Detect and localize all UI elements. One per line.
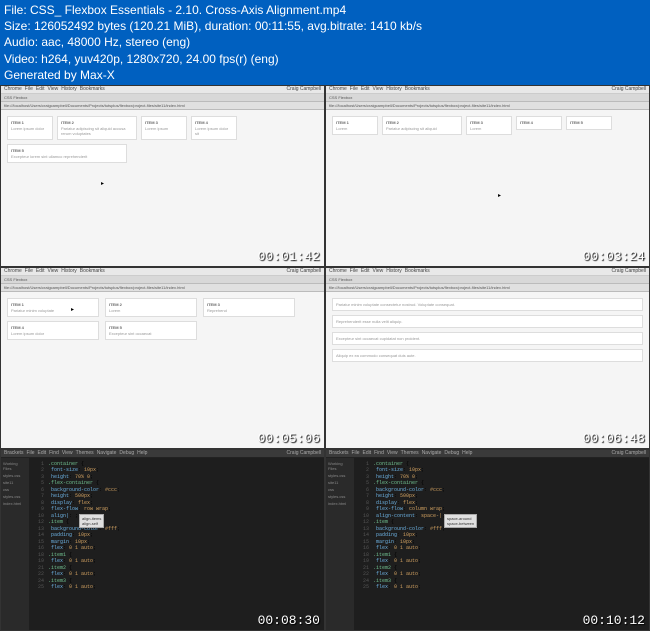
sidebar-item: styles.css [328, 493, 352, 500]
editor-sidebar: Working Filesstyles.csssite11cssstyles.c… [326, 458, 354, 630]
flex-item: ITEM 5Excepteur sint occaecat [105, 321, 197, 340]
sidebar-item: site11 [328, 479, 352, 486]
flex-item: ITEM 2Lorem [105, 298, 197, 317]
info-generated: Generated by Max-X [4, 67, 646, 83]
sidebar-item: index.html [328, 500, 352, 507]
info-file: File: CSS_ Flexbox Essentials - 2.10. Cr… [4, 2, 646, 18]
flex-item: ITEM 4Lorem ipsum dolor [7, 321, 99, 340]
tab-bar: CSS Flexbox [326, 94, 649, 102]
sidebar-item: site11 [3, 479, 27, 486]
menubar: Brackets FileEditFindViewThemesNavigateD… [326, 450, 649, 458]
sidebar-item: index.html [3, 500, 27, 507]
flex-item: ITEM 1Lorem ipsum dolor [7, 116, 53, 140]
flex-item: ITEM 3Lorem ipsum [141, 116, 187, 140]
timestamp: 00:05:06 [258, 431, 320, 446]
url-bar: file:///localhost/Users/craigcampbell/Do… [326, 102, 649, 110]
thumbnail-6: Brackets FileEditFindViewThemesNavigateD… [325, 449, 650, 631]
sidebar-item: css [3, 486, 27, 493]
page-content: ITEM 1LoremITEM 2Pariatur adipiscing sit… [326, 110, 649, 266]
sidebar-item: styles.css [3, 493, 27, 500]
flex-item: ITEM 4 [516, 116, 562, 130]
editor-code: 1.container {2 font-size: 10px;3 height:… [354, 458, 649, 630]
flex-item: Pariatur minim voluptate consectetur nos… [332, 298, 643, 311]
page-content: ITEM 1Lorem ipsum dolorITEM 2Pariatur ad… [1, 110, 324, 266]
sidebar-item: Working Files [328, 460, 352, 472]
flex-item: Excepteur sint occaecat cupidatat non pr… [332, 332, 643, 345]
thumbnail-5: Brackets FileEditFindViewThemesNavigateD… [0, 449, 325, 631]
page-content: ITEM 1Pariatur minim voluptate ITEM 4Lore… [1, 292, 324, 448]
sidebar-item: styles.css [3, 472, 27, 479]
tab-bar: CSS Flexbox [326, 276, 649, 284]
info-video: Video: h264, yuv420p, 1280x720, 24.00 fp… [4, 51, 646, 67]
thumbnail-1: Chrome FileEditViewHistoryBookmarks Crai… [0, 85, 325, 267]
thumbnail-2: Chrome FileEditViewHistoryBookmarks Crai… [325, 85, 650, 267]
cursor-icon: ▸ [71, 306, 77, 312]
code-editor: Working Filesstyles.csssite11cssstyles.c… [326, 458, 649, 630]
flex-item: ITEM 2Pariatur adipiscing sit aliquid ac… [57, 116, 137, 140]
info-audio: Audio: aac, 48000 Hz, stereo (eng) [4, 34, 646, 50]
editor-code: 1.container {2 font-size: 10px;3 height:… [29, 458, 324, 630]
autocomplete-popup: space-around space-between [444, 514, 477, 528]
thumbnail-3: Chrome FileEditViewHistoryBookmarks Crai… [0, 267, 325, 449]
menubar: Chrome FileEditViewHistoryBookmarks Crai… [326, 86, 649, 94]
flex-item: Reprehenderit esse nulla velit aliquip. [332, 315, 643, 328]
cursor-icon: ▸ [101, 180, 107, 186]
menubar: Chrome FileEditViewHistoryBookmarks Crai… [1, 268, 324, 276]
info-size: Size: 126052492 bytes (120.21 MiB), dura… [4, 18, 646, 34]
timestamp: 00:10:12 [583, 613, 645, 628]
flex-item: ITEM 1Lorem [332, 116, 378, 135]
flex-item: ITEM 4Lorem ipsum dolor sit [191, 116, 237, 140]
autocomplete-popup: align-items align-self [79, 514, 104, 528]
flex-item: ITEM 2Pariatur adipiscing sit aliquid [382, 116, 462, 135]
editor-sidebar: Working Filesstyles.csssite11cssstyles.c… [1, 458, 29, 630]
flex-item: Aliquip ex ea commodo consequat duis aut… [332, 349, 643, 362]
menubar: Chrome FileEditViewHistoryBookmarks Crai… [1, 86, 324, 94]
tab-bar: CSS Flexbox [1, 276, 324, 284]
code-editor: Working Filesstyles.csssite11cssstyles.c… [1, 458, 324, 630]
cursor-icon: ▸ [498, 192, 504, 198]
app-name: Chrome [4, 86, 22, 92]
flex-item: ITEM 3Lorem [466, 116, 512, 135]
timestamp: 00:01:42 [258, 249, 320, 264]
menubar: Chrome FileEditViewHistoryBookmarks Crai… [326, 268, 649, 276]
url-bar: file:///localhost/Users/craigcampbell/Do… [326, 284, 649, 292]
sidebar-item: styles.css [328, 472, 352, 479]
thumbnail-grid: Chrome FileEditViewHistoryBookmarks Crai… [0, 85, 650, 631]
flex-item: ITEM 3Reprehend [203, 298, 295, 317]
menubar: Brackets FileEditFindViewThemesNavigateD… [1, 450, 324, 458]
url-bar: file:///localhost/Users/craigcampbell/Do… [1, 284, 324, 292]
sidebar-item: css [328, 486, 352, 493]
tab-bar: CSS Flexbox [1, 94, 324, 102]
timestamp: 00:06:48 [583, 431, 645, 446]
thumbnail-4: Chrome FileEditViewHistoryBookmarks Crai… [325, 267, 650, 449]
flex-item: ITEM 5 [566, 116, 612, 130]
url-bar: file:///localhost/Users/craigcampbell/Do… [1, 102, 324, 110]
flex-item: ITEM 5Excepteur lorem sint ullamco repre… [7, 144, 127, 163]
timestamp: 00:03:24 [583, 249, 645, 264]
sidebar-item: Working Files [3, 460, 27, 472]
info-header: File: CSS_ Flexbox Essentials - 2.10. Cr… [0, 0, 650, 85]
timestamp: 00:08:30 [258, 613, 320, 628]
page-content: Pariatur minim voluptate consectetur nos… [326, 292, 649, 448]
flex-item: ITEM 1Pariatur minim voluptate [7, 298, 99, 317]
